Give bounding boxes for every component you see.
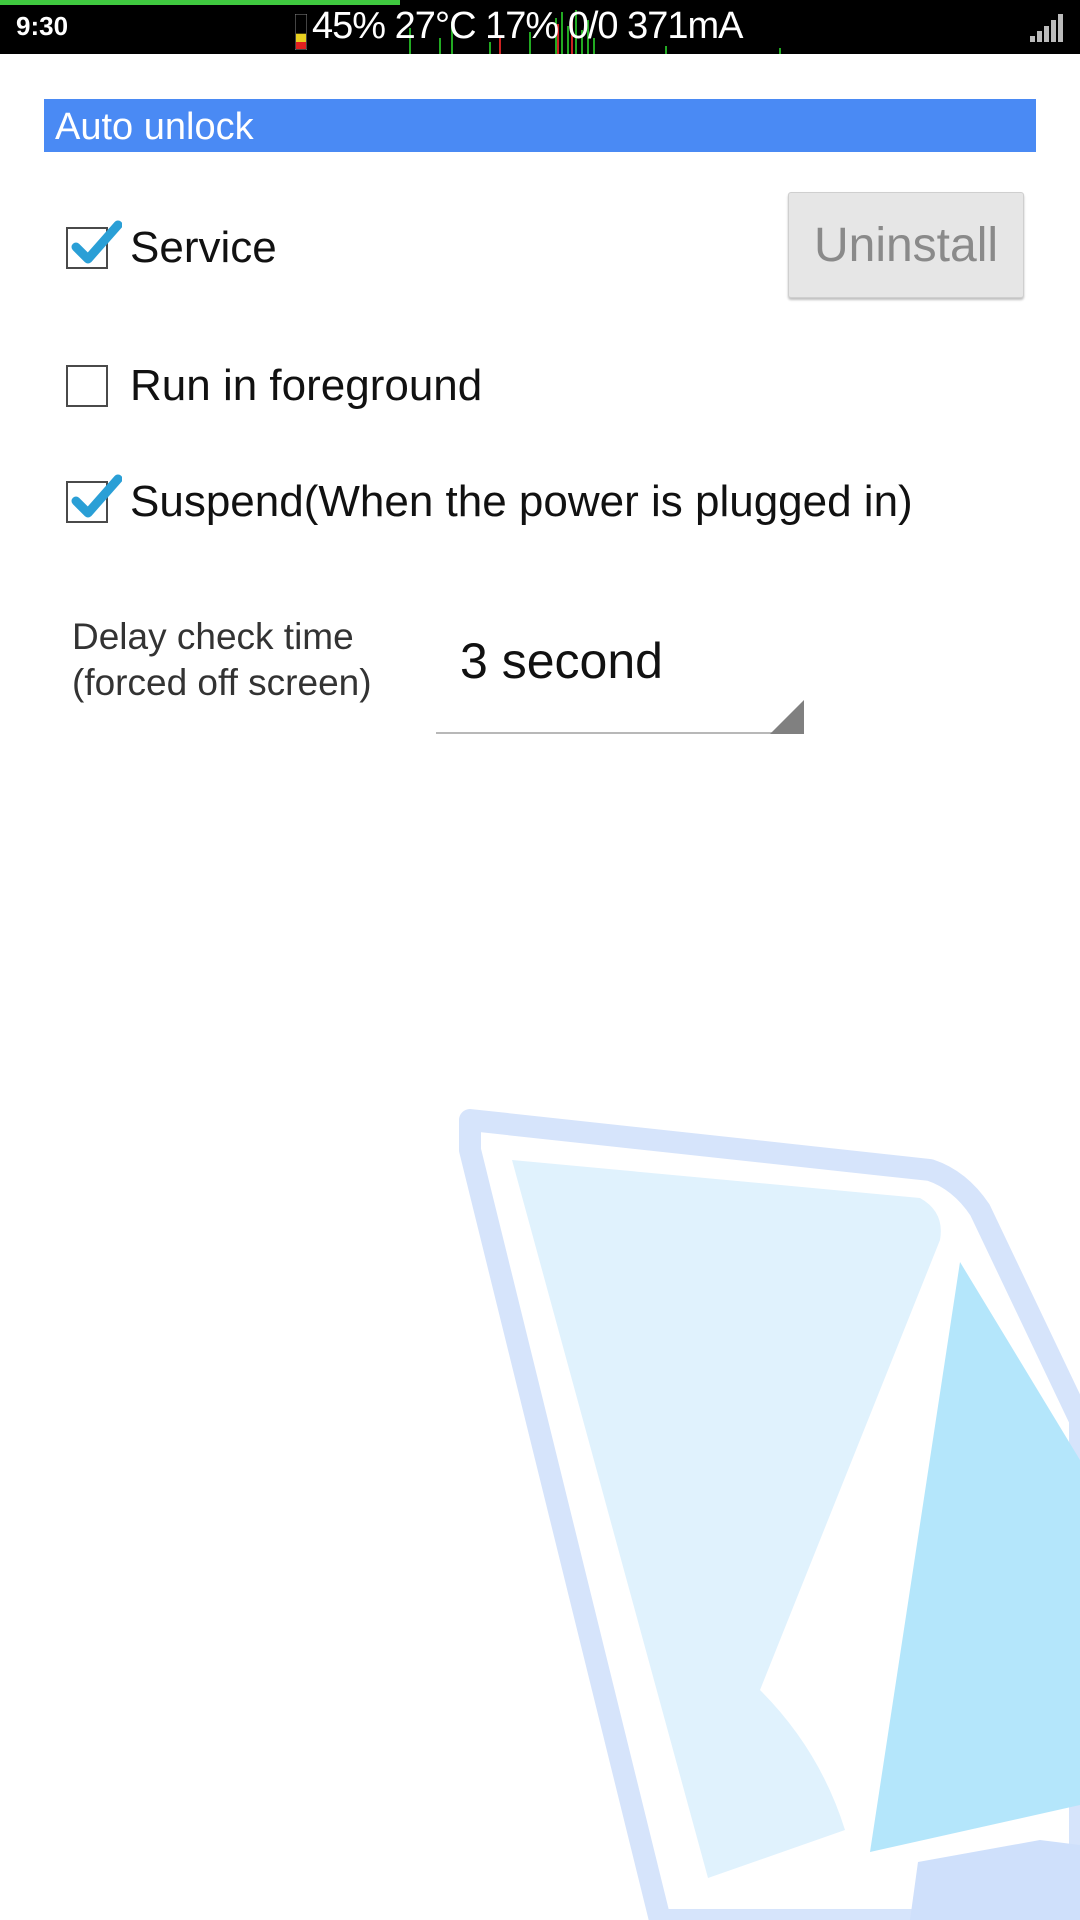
checkmark-icon <box>71 220 122 264</box>
delay-label-line1: Delay check time <box>72 616 354 657</box>
signal-icon <box>1030 14 1063 42</box>
battery-icon <box>295 14 307 50</box>
status-info-text: 45% 27°C 17% 0/0 371mA <box>312 5 743 47</box>
section-header: Auto unlock <box>44 99 1036 152</box>
delay-label: Delay check time (forced off screen) <box>72 614 372 706</box>
suspend-label: Suspend(When the power is plugged in) <box>130 477 913 526</box>
suspend-checkbox[interactable] <box>66 474 122 523</box>
foreground-option[interactable]: Run in foreground <box>66 356 482 416</box>
dropdown-arrow-icon <box>770 700 804 734</box>
spinner-underline <box>436 732 804 734</box>
service-checkbox[interactable] <box>66 220 122 269</box>
delay-label-line2: (forced off screen) <box>72 662 372 703</box>
status-time: 9:30 <box>16 11 69 41</box>
section-title: Auto unlock <box>55 106 254 148</box>
foreground-label: Run in foreground <box>130 361 483 410</box>
service-label: Service <box>130 223 277 272</box>
delay-spinner[interactable]: 3 second <box>436 620 804 734</box>
foreground-checkbox[interactable] <box>66 365 108 407</box>
phone-illustration <box>459 1109 1080 1920</box>
checkmark-icon <box>71 474 122 518</box>
delay-spinner-value: 3 second <box>460 633 663 689</box>
uninstall-button[interactable]: Uninstall <box>788 192 1024 298</box>
suspend-option[interactable]: Suspend(When the power is plugged in) <box>66 472 913 532</box>
status-bar: 9:30 45% 27°C 17% 0/0 371mA <box>0 0 1080 54</box>
service-option[interactable]: Service <box>66 218 277 278</box>
